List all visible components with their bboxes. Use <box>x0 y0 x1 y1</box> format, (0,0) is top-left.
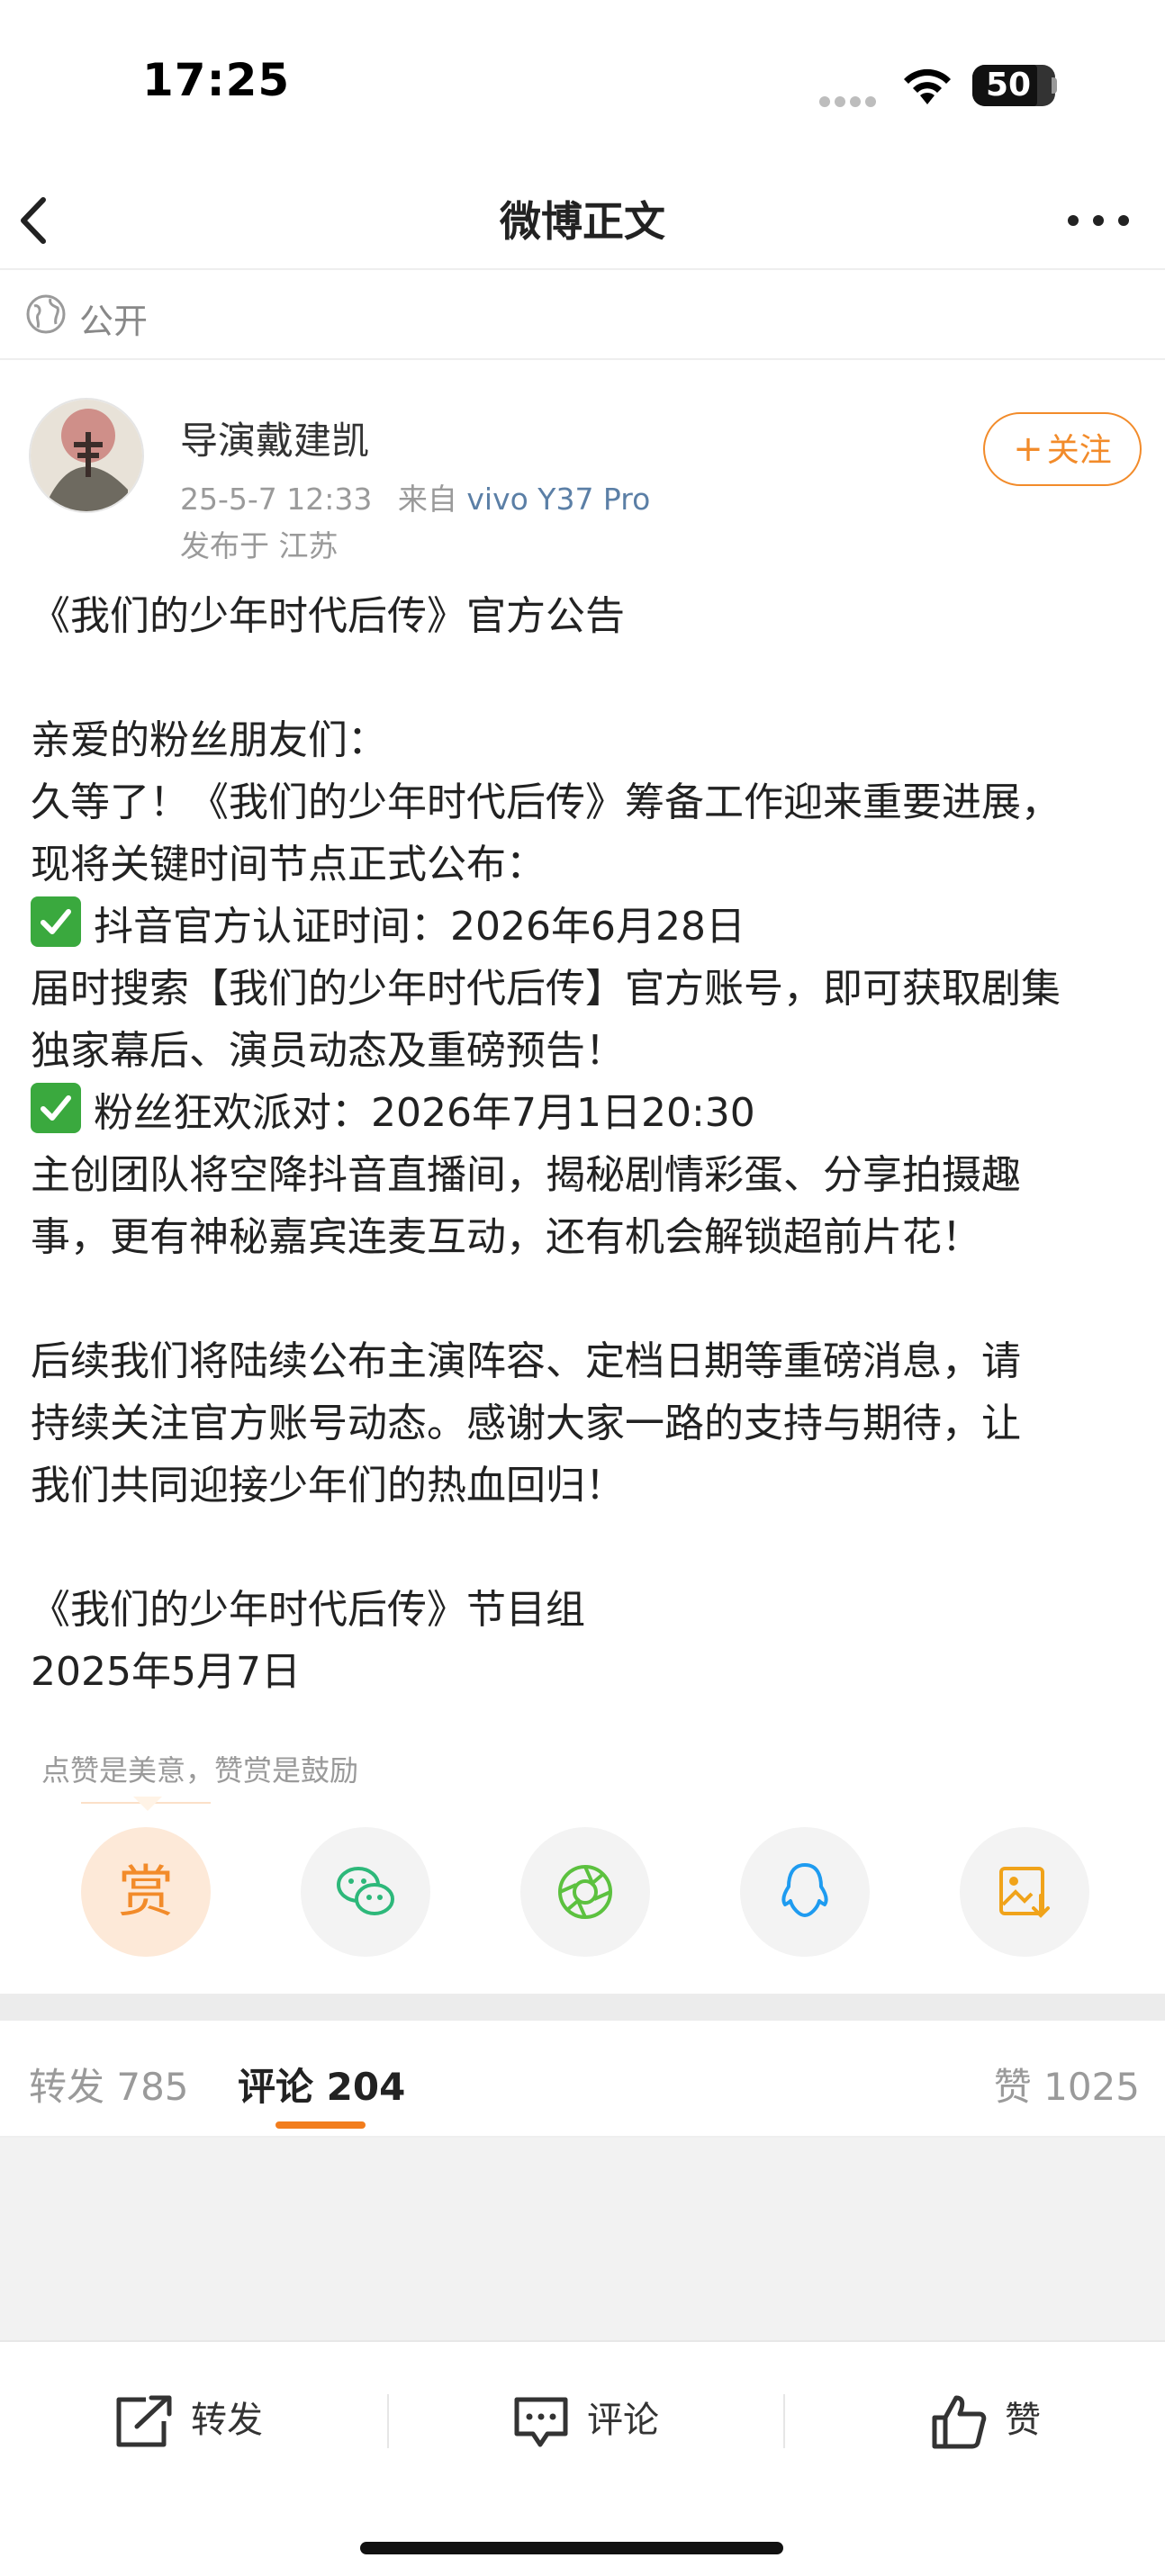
follow-label: 关注 <box>1046 432 1112 469</box>
post-line-text: 粉丝狂欢派对：2026年7月1日20:30 <box>94 1090 755 1136</box>
post-body: 《我们的少年时代后传》官方公告 亲爱的粉丝朋友们： 久等了！《我们的少年时代后传… <box>31 585 1138 1703</box>
status-time: 17:25 <box>142 54 291 106</box>
comment-button[interactable]: 评论 <box>511 2389 659 2452</box>
status-bar: 17:25 50 <box>0 0 1165 171</box>
comment-icon <box>514 2397 568 2447</box>
post-line: 《我们的少年时代后传》节目组 <box>31 1587 585 1633</box>
post-line <box>31 1268 1138 1330</box>
avatar[interactable] <box>29 398 144 513</box>
post-line: 届时搜索【我们的少年时代后传】官方账号，即可获取剧集 <box>31 966 1061 1012</box>
post-line: 后续我们将陆续公布主演阵容、定档日期等重磅消息，请 <box>31 1338 1021 1384</box>
reward-button[interactable]: 赏 <box>81 1827 211 1957</box>
qq-icon <box>781 1863 828 1917</box>
wechat-icon <box>337 1867 394 1915</box>
post-location: 发布于 江苏 <box>180 528 339 563</box>
bottom-action-bar: 转发 评论 赞 <box>0 2340 1165 2493</box>
source-prefix: 来自 <box>397 482 457 517</box>
comments-area <box>0 2138 1165 2340</box>
interaction-tabs: 转发 785 评论 204 赞 1025 <box>0 2021 1165 2138</box>
home-indicator <box>360 2542 783 2554</box>
post-line: 持续关注官方账号动态。感谢大家一路的支持与期待，让 <box>31 1401 1021 1446</box>
battery-icon: 50 <box>972 65 1055 106</box>
tab-repost[interactable]: 转发 785 <box>29 2057 189 2112</box>
cellular-signal-icon <box>819 94 881 111</box>
repost-button[interactable]: 转发 <box>113 2389 263 2452</box>
reward-tip: 点赞是美意，赞赏是鼓励 <box>41 1753 359 1788</box>
globe-icon <box>26 294 66 334</box>
action-divider <box>387 2394 389 2448</box>
post-line: 粉丝狂欢派对：2026年7月1日20:30 <box>31 1082 1138 1144</box>
plus-icon: + <box>1013 428 1043 470</box>
post-line: 主创团队将空降抖音直播间，揭秘剧情彩蛋、分享拍摄趣 <box>31 1152 1021 1198</box>
post-line <box>31 647 1138 709</box>
save-image-button[interactable] <box>960 1827 1089 1957</box>
repost-label: 转发 <box>191 2400 263 2441</box>
tab-comment[interactable]: 评论 204 <box>238 2057 405 2112</box>
share-icon <box>116 2395 172 2447</box>
follow-button[interactable]: + 关注 <box>983 412 1142 486</box>
visibility-row: 公开 <box>0 270 1165 360</box>
wifi-icon <box>904 68 951 104</box>
post-line: 我们共同迎接少年们的热血回归！ <box>31 1463 625 1509</box>
like-button[interactable]: 赞 <box>929 2389 1041 2452</box>
post-line-text: 抖音官方认证时间：2026年6月28日 <box>94 904 745 950</box>
tip-caret <box>133 1797 162 1811</box>
share-wechat-button[interactable] <box>301 1827 430 1957</box>
post-line: 《我们的少年时代后传》官方公告 <box>31 593 625 639</box>
post-line: 久等了！《我们的少年时代后传》筹备工作迎来重要进展， <box>31 779 1061 825</box>
battery-tip <box>1052 77 1057 94</box>
post-line <box>31 1517 1138 1579</box>
post-line: 亲爱的粉丝朋友们： <box>31 717 387 763</box>
author-name[interactable]: 导演戴建凯 <box>180 410 369 465</box>
reward-icon: 赏 <box>117 1859 174 1924</box>
post-line: 事，更有神秘嘉宾连麦互动，还有机会解锁超前片花！ <box>31 1214 981 1260</box>
post-timestamp: 25-5-7 12:33 <box>180 482 373 517</box>
comment-label: 评论 <box>587 2400 659 2441</box>
action-divider <box>783 2394 785 2448</box>
battery-level: 50 <box>985 67 1032 104</box>
post-line: 2025年5月7日 <box>31 1649 301 1695</box>
post-device[interactable]: vivo Y37 Pro <box>466 482 650 517</box>
post-line: 抖音官方认证时间：2026年6月28日 <box>31 896 1138 958</box>
nav-bar: 微博正文 <box>0 171 1165 270</box>
section-divider <box>0 1994 1165 2021</box>
post-line: 独家幕后、演员动态及重磅预告！ <box>31 1028 625 1074</box>
tab-like[interactable]: 赞 1025 <box>994 2057 1140 2112</box>
check-mark-icon <box>31 1083 81 1133</box>
check-mark-icon <box>31 896 81 947</box>
visibility-label: 公开 <box>79 302 149 341</box>
save-image-icon <box>999 1867 1050 1918</box>
moments-icon <box>558 1865 612 1919</box>
more-icon[interactable] <box>1062 198 1134 243</box>
page-title: 微博正文 <box>500 197 665 246</box>
post-line: 现将关键时间节点正式公布： <box>31 842 546 887</box>
share-moments-button[interactable] <box>520 1827 650 1957</box>
like-label: 赞 <box>1005 2400 1041 2441</box>
thumbs-up-icon <box>932 2395 987 2449</box>
share-qq-button[interactable] <box>740 1827 870 1957</box>
post-meta: 25-5-7 12:33 来自 vivo Y37 Pro <box>180 475 650 518</box>
tab-active-indicator <box>275 2121 366 2129</box>
